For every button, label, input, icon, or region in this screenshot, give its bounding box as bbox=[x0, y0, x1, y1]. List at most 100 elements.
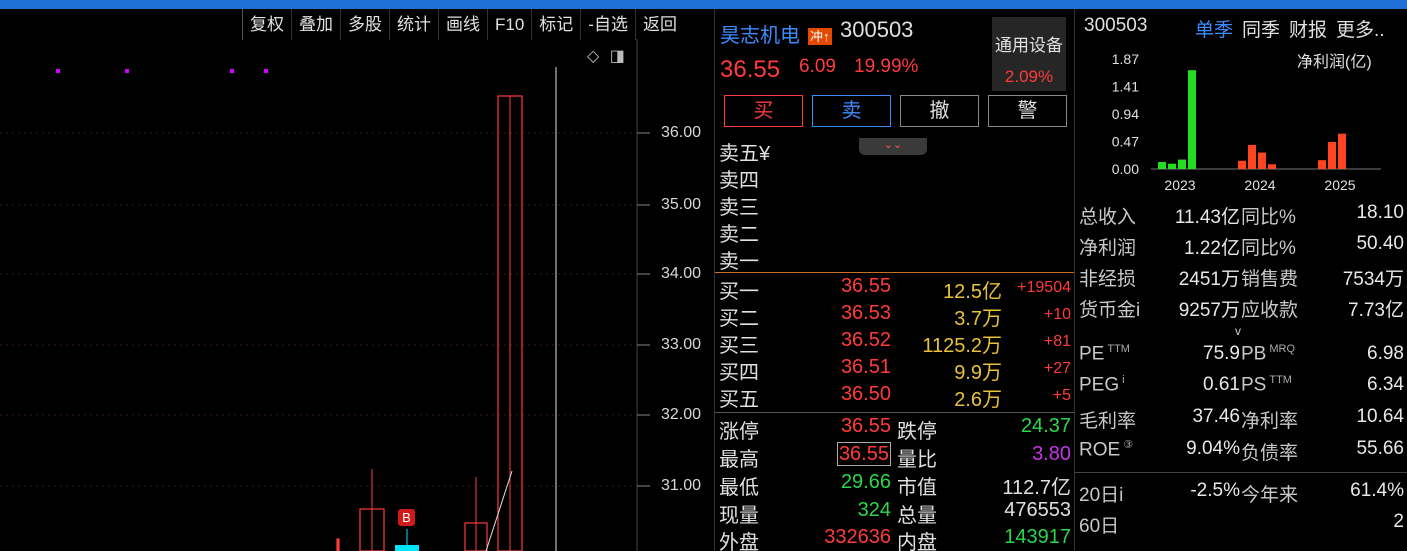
cancel-order-button[interactable]: 撤 bbox=[900, 95, 979, 127]
toolbar-f10-button[interactable]: F10 bbox=[487, 9, 531, 40]
tab-financial-report[interactable]: 财报 bbox=[1289, 15, 1327, 42]
finance-label: 应收款 bbox=[1241, 300, 1299, 321]
bid-delta: +19504 bbox=[1017, 279, 1071, 296]
sector-box[interactable]: 通用设备 2.09% bbox=[992, 17, 1066, 91]
finance-label: 同比% bbox=[1241, 238, 1296, 259]
ask-label: 卖三 bbox=[719, 197, 759, 219]
tab-single-quarter[interactable]: 单季 bbox=[1195, 15, 1233, 42]
stat-row: 现量 324 总量 476553 bbox=[715, 499, 1075, 527]
stat-value: 476553 bbox=[1004, 499, 1071, 521]
valuation-label[interactable]: ROE ③ bbox=[1079, 438, 1133, 461]
mini-chart-bar bbox=[1258, 152, 1266, 169]
stats-separator bbox=[715, 412, 1075, 413]
ask-row[interactable]: 卖四 bbox=[715, 164, 1075, 192]
top-accent-bar bbox=[0, 0, 1407, 9]
valuation-row: 毛利率 37.46 净利率 10.64 bbox=[1075, 406, 1407, 436]
finance-value: 18.10 bbox=[1356, 202, 1404, 223]
bid-row[interactable]: 买一 36.55 12.5亿 +19504 bbox=[715, 275, 1075, 303]
sector-change-pct: 2.09% bbox=[1004, 67, 1054, 86]
sector-name: 通用设备 bbox=[995, 36, 1063, 55]
stat-value: 332636 bbox=[824, 526, 891, 548]
bid-delta: +27 bbox=[1043, 360, 1071, 377]
stat-row: 外盘 332636 内盘 143917 bbox=[715, 526, 1075, 551]
ask-row[interactable]: 卖一 bbox=[715, 245, 1075, 273]
toolbar-restore-rights-button[interactable]: 复权 bbox=[242, 9, 291, 40]
toolbar-remove-watchlist-button[interactable]: -自选 bbox=[580, 9, 635, 40]
period-label[interactable]: 20日i bbox=[1079, 480, 1123, 507]
valuation-value: 0.61 bbox=[1203, 374, 1240, 395]
ask-row[interactable]: 卖五¥ bbox=[715, 137, 1075, 165]
price-axis-label: 32.00 bbox=[661, 406, 702, 423]
bid-row[interactable]: 买五 36.50 2.6万 +5 bbox=[715, 383, 1075, 411]
period-label: 60日 bbox=[1079, 516, 1120, 537]
diamond-icon[interactable]: ◇ bbox=[587, 48, 599, 65]
kline-chart[interactable]: B bbox=[0, 9, 714, 551]
finance-tabs: 单季 同季 财报 更多.. bbox=[1195, 15, 1385, 42]
stat-value: 24.37 bbox=[1020, 415, 1071, 437]
tab-more[interactable]: 更多.. bbox=[1336, 15, 1385, 42]
bid-row[interactable]: 买二 36.53 3.7万 +10 bbox=[715, 302, 1075, 330]
bid-label: 买二 bbox=[719, 308, 759, 330]
toolbar-mark-button[interactable]: 标记 bbox=[531, 9, 580, 40]
bid-row[interactable]: 买三 36.52 1125.2万 +81 bbox=[715, 329, 1075, 357]
buy-button[interactable]: 买 bbox=[724, 95, 803, 127]
valuation-label: 负债率 bbox=[1241, 443, 1299, 464]
bid-delta: +10 bbox=[1043, 306, 1071, 323]
panel-toggle-icon[interactable]: ◨ bbox=[610, 48, 625, 65]
finance-row: 净利润 1.22亿 同比% 50.40 bbox=[1075, 233, 1407, 263]
toolbar-draw-line-button[interactable]: 画线 bbox=[438, 9, 487, 40]
expand-chevron-icon[interactable]: v bbox=[1235, 324, 1241, 338]
ask-label: 卖五¥ bbox=[719, 143, 771, 165]
finance-value: 9257万 bbox=[1178, 300, 1240, 321]
mini-chart-bar bbox=[1188, 70, 1196, 169]
buy-signal-label: B bbox=[402, 510, 411, 525]
price-axis-label: 36.00 bbox=[661, 124, 702, 141]
ask-row[interactable]: 卖三 bbox=[715, 191, 1075, 219]
period-value: 2 bbox=[1393, 511, 1404, 532]
stat-label: 最低 bbox=[719, 477, 759, 499]
finance-value: 11.43亿 bbox=[1174, 207, 1240, 228]
finance-row: 总收入 11.43亿 同比% 18.10 bbox=[1075, 202, 1407, 232]
stat-value: 36.55 bbox=[840, 415, 891, 437]
bid-delta: +81 bbox=[1043, 333, 1071, 350]
stat-label: 最高 bbox=[719, 449, 759, 471]
valuation-label: 毛利率 bbox=[1079, 411, 1137, 432]
valuation-value: 6.34 bbox=[1367, 374, 1404, 395]
stat-label: 外盘 bbox=[719, 532, 759, 551]
candle-body bbox=[395, 545, 419, 551]
bid-volume: 1125.2万 bbox=[922, 335, 1002, 357]
bid-price: 36.53 bbox=[840, 302, 891, 324]
sell-button[interactable]: 卖 bbox=[812, 95, 891, 127]
bid-label: 买五 bbox=[719, 389, 759, 411]
bid-price: 36.55 bbox=[840, 275, 891, 297]
toolbar-statistics-button[interactable]: 统计 bbox=[389, 9, 438, 40]
finance-label[interactable]: 货币金i bbox=[1079, 295, 1140, 322]
price-change: 6.09 bbox=[799, 56, 836, 77]
bid-row[interactable]: 买四 36.51 9.9万 +27 bbox=[715, 356, 1075, 384]
ask-label: 卖一 bbox=[719, 251, 759, 273]
limit-up-badge: 冲↑ bbox=[808, 28, 832, 45]
finance-panel: 300503 单季 同季 财报 更多.. 1.87 1.41 0.94 0.47 0.0… bbox=[1074, 9, 1407, 551]
finance-label: 销售费 bbox=[1241, 269, 1299, 290]
stock-name[interactable]: 昊志机电 bbox=[720, 19, 800, 48]
valuation-value: 9.04% bbox=[1186, 438, 1240, 459]
bid-delta: +5 bbox=[1052, 387, 1071, 404]
signal-marker bbox=[125, 69, 129, 73]
mini-chart-ytick: 1.87 bbox=[1112, 51, 1139, 67]
bid-price: 36.50 bbox=[840, 383, 891, 405]
toolbar-overlay-button[interactable]: 叠加 bbox=[291, 9, 340, 40]
finance-value: 1.22亿 bbox=[1184, 238, 1240, 259]
ask-row[interactable]: 卖二 bbox=[715, 218, 1075, 246]
mini-chart-ytick: 0.47 bbox=[1112, 134, 1139, 150]
valuation-label: PB MRQ bbox=[1241, 343, 1296, 365]
mini-chart-ytick: 0.94 bbox=[1112, 106, 1139, 122]
stat-value: 36.55 bbox=[819, 442, 891, 466]
valuation-value: 37.46 bbox=[1192, 406, 1240, 427]
valuation-label[interactable]: PEG i bbox=[1079, 374, 1125, 396]
alert-button[interactable]: 警 bbox=[988, 95, 1067, 127]
kline-chart-panel[interactable]: B 复权 叠加 多股 统计 画线 F10 标记 -自选 返回 ◇ ◨ 36.00… bbox=[0, 9, 714, 551]
toolbar-multi-stock-button[interactable]: 多股 bbox=[340, 9, 389, 40]
toolbar-back-button[interactable]: 返回 bbox=[634, 9, 684, 40]
finance-value: 7.73亿 bbox=[1348, 300, 1404, 321]
tab-same-quarter[interactable]: 同季 bbox=[1242, 15, 1280, 42]
